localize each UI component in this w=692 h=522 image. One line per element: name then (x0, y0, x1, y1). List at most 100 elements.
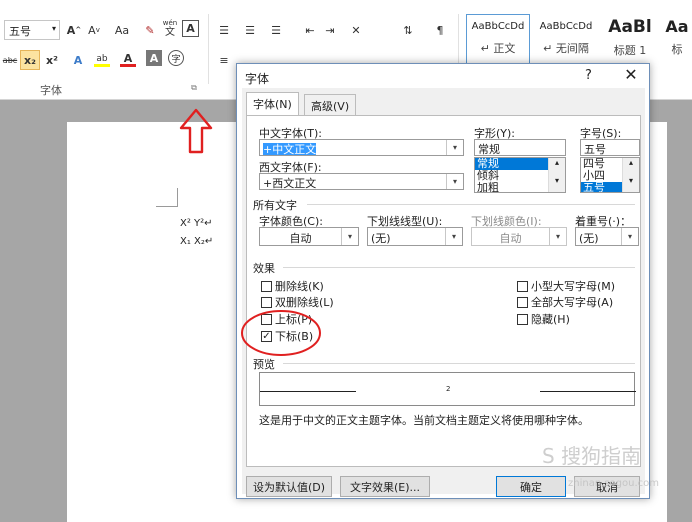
section-divider (283, 267, 635, 268)
grow-font-button[interactable]: A ^ (64, 20, 84, 40)
section-divider (307, 204, 635, 205)
dialog-body: 字体(N) 高级(V) 中文字体(T): +中文正文 ▾ 西文字体(F): +西… (242, 88, 645, 497)
highlight-swatch (94, 63, 110, 67)
bullets-button[interactable]: ☰ (214, 20, 234, 40)
underline-color-combo: 自动 ▾ (471, 227, 567, 246)
tab-advanced[interactable]: 高级(V) (304, 94, 357, 115)
font-dialog: 字体 ? ✕ 字体(N) 高级(V) 中文字体(T): +中文正文 ▾ 西文字体… (236, 63, 650, 499)
numbering-button[interactable]: ☰ (240, 20, 260, 40)
emphasis-mark-value: (无) (579, 232, 599, 245)
highlight-button[interactable]: ab (92, 50, 112, 70)
small-caps-checkbox[interactable]: 小型大写字母(M) (517, 278, 615, 294)
align-left-icon: ≡ (219, 53, 229, 67)
superscript-button[interactable]: x² (42, 50, 62, 70)
asian-layout-button[interactable]: ✕ (346, 20, 366, 40)
change-case-icon: Aa (114, 23, 130, 37)
ok-button[interactable]: 确定 (496, 476, 566, 497)
decrease-indent-icon: ⇤ (305, 23, 315, 37)
checkbox-box (517, 280, 528, 292)
help-button[interactable]: ? (585, 68, 592, 83)
font-size-combo[interactable]: 五号 ▾ (4, 20, 60, 40)
style-no-spacing[interactable]: AaBbCcDd ↵ 无间隔 (534, 14, 598, 64)
align-left-button[interactable]: ≡ (214, 50, 234, 70)
checkbox-box (517, 296, 528, 308)
font-color-button[interactable]: A (118, 50, 138, 70)
font-style-value: 常规 (478, 143, 500, 156)
shrink-font-icon: A (88, 23, 96, 37)
preview-description: 这是用于中文的正文主题字体。当前文档主题定义将使用哪种字体。 (259, 414, 589, 427)
preview-section-title: 预览 (253, 358, 275, 371)
hidden-checkbox[interactable]: 隐藏(H) (517, 311, 570, 327)
strikethrough-icon: abc (2, 55, 18, 65)
char-border-button[interactable]: A (182, 20, 199, 37)
underline-type-combo[interactable]: (无) ▾ (367, 227, 463, 246)
style-name: ↵ 正文 (480, 42, 516, 55)
checkbox-label: 全部大写字母(A) (531, 296, 614, 309)
change-case-button[interactable]: Aa (108, 20, 136, 40)
chevron-down-icon: ▾ (446, 174, 463, 189)
chevron-down-icon: ▾ (549, 228, 566, 245)
checkbox-box (261, 280, 272, 292)
chinese-font-combo[interactable]: +中文正文 ▾ (259, 139, 464, 156)
increase-indent-button[interactable]: ⇥ (320, 20, 340, 40)
emphasis-mark-combo[interactable]: (无) ▾ (575, 227, 639, 246)
char-shading-icon: A (149, 51, 159, 65)
margin-corner-mark (156, 206, 178, 207)
style-heading-1[interactable]: AaBl 标题 1 (600, 14, 660, 64)
all-caps-checkbox[interactable]: 全部大写字母(A) (517, 294, 613, 310)
style-normal[interactable]: AaBbCcDd ↵ 正文 (466, 14, 530, 64)
font-style-input[interactable]: 常规 (474, 139, 566, 156)
preview-baseline (540, 391, 636, 392)
font-size-list[interactable]: 四号 小四 五号 ▴ ▾ (580, 157, 640, 193)
text-effects-dialog-button[interactable]: 文字效果(E)... (340, 476, 430, 497)
double-strikethrough-checkbox[interactable]: 双删除线(L) (261, 294, 334, 310)
show-marks-button[interactable]: ¶ (430, 20, 450, 40)
underline-color-value: 自动 (499, 232, 522, 245)
enclose-char-button[interactable]: 字 (168, 50, 184, 66)
font-size-input[interactable]: 五号 (580, 139, 640, 156)
numbering-icon: ☰ (245, 23, 255, 37)
scrollbar[interactable]: ▴ ▾ (622, 158, 639, 192)
chevron-down-icon: ▾ (446, 140, 463, 155)
ribbon-separator (208, 14, 209, 84)
style-name: 标 (671, 43, 683, 56)
checkbox-box (261, 296, 272, 308)
western-font-combo[interactable]: +西文正文 ▾ (259, 173, 464, 190)
chinese-font-value: +中文正文 (263, 143, 317, 156)
font-style-list[interactable]: 常规 倾斜 加粗 ▴ ▾ (474, 157, 566, 193)
subscript-button[interactable]: x₂ (20, 50, 40, 70)
strikethrough-button[interactable]: abc (0, 50, 20, 70)
phonetic-guide-button[interactable]: wén 文 (160, 18, 180, 38)
sort-button[interactable]: ⇅ (398, 20, 418, 40)
preview-sample: 2 (446, 385, 451, 393)
font-color-combo[interactable]: 自动 ▾ (259, 227, 359, 246)
style-heading-2[interactable]: Aa 标 (662, 14, 692, 64)
eraser-icon: ✎ (145, 23, 155, 37)
multilevel-list-button[interactable]: ☰ (266, 20, 286, 40)
document-line-subscript: X₁ X₂↵ (180, 236, 214, 247)
text-effects-icon: A (73, 53, 83, 67)
font-tab-panel: 中文字体(T): +中文正文 ▾ 西文字体(F): +西文正文 ▾ 字形(Y):… (246, 115, 641, 467)
section-divider (283, 363, 635, 364)
decrease-indent-button[interactable]: ⇤ (300, 20, 320, 40)
close-button[interactable]: ✕ (619, 65, 643, 84)
scrollbar[interactable]: ▴ ▾ (548, 158, 565, 192)
text-effects-button[interactable]: A (68, 50, 88, 70)
char-shading-button[interactable]: A (146, 50, 162, 66)
tab-font[interactable]: 字体(N) (246, 92, 299, 116)
chevron-down-icon: ▾ (51, 24, 56, 33)
checkbox-label: 双删除线(L) (275, 296, 334, 309)
list-item[interactable]: 五号 (581, 182, 622, 192)
set-default-button[interactable]: 设为默认值(D) (246, 476, 332, 497)
checkbox-box (517, 313, 528, 325)
shrink-font-button[interactable]: Av (84, 20, 104, 40)
multilevel-list-icon: ☰ (271, 23, 281, 37)
dialog-title: 字体 (245, 72, 270, 86)
close-icon: ✕ (624, 65, 638, 84)
strikethrough-checkbox[interactable]: 删除线(K) (261, 278, 324, 294)
font-dialog-launcher[interactable]: ⧉ (188, 82, 200, 94)
font-size-field-value: 五号 (584, 143, 606, 156)
font-group-label: 字体 (40, 84, 62, 97)
clear-formatting-button[interactable]: ✎ (140, 20, 160, 40)
margin-corner-mark (177, 188, 178, 207)
